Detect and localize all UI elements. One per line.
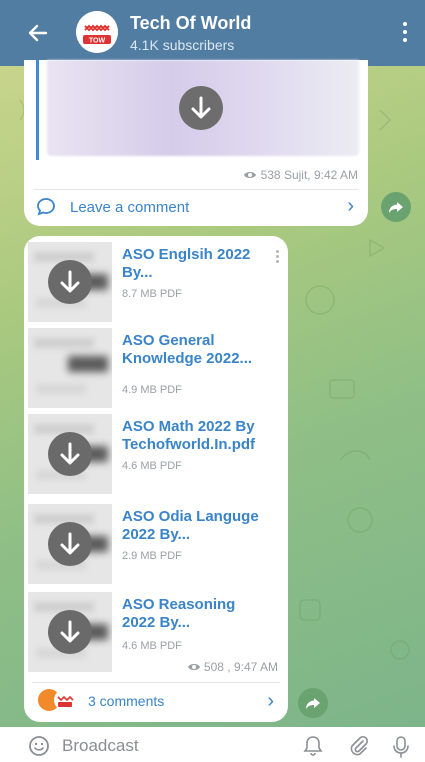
subscriber-count: 4.1K subscribers	[130, 37, 235, 53]
file-size: 4.6 MB PDF	[122, 460, 182, 472]
download-icon[interactable]	[179, 86, 223, 130]
message-bubble-files[interactable]: ASO Englsih 2022 By... 8.7 MB PDF ASO Ge…	[24, 236, 288, 722]
attach-icon[interactable]	[348, 735, 370, 757]
author-time: Sujit, 9:42 AM	[283, 168, 358, 182]
share-button[interactable]	[381, 192, 411, 222]
avatar-text: TOW	[89, 38, 106, 45]
file-name[interactable]: ASO Reasoning 2022 By...	[122, 596, 262, 632]
view-count: 508	[203, 660, 224, 674]
file-item[interactable]: ASO Englsih 2022 By... 8.7 MB PDF	[24, 240, 288, 324]
file-item[interactable]: ASO Odia Languge 2022 By... 2.9 MB PDF	[24, 502, 288, 586]
leave-comment-label: Leave a comment	[70, 199, 190, 216]
file-thumbnail[interactable]	[28, 328, 112, 408]
chat-header: TOW Tech Of World 4.1K subscribers	[0, 0, 425, 66]
chat-screen: TOW Tech Of World 4.1K subscribers 538 S…	[0, 0, 425, 762]
chevron-right-icon: ›	[267, 690, 274, 712]
share-button[interactable]	[298, 688, 328, 718]
channel-avatar[interactable]: TOW	[76, 11, 118, 53]
download-icon[interactable]	[48, 432, 92, 476]
leave-comment-button[interactable]: Leave a comment ›	[34, 195, 358, 218]
file-size: 2.9 MB PDF	[122, 550, 182, 562]
file-thumbnail[interactable]	[28, 504, 112, 584]
file-size: 4.9 MB PDF	[122, 384, 182, 396]
divider	[32, 682, 280, 683]
channel-logo-icon: TOW	[76, 11, 118, 53]
file-name[interactable]: ASO Math 2022 By Techofworld.In.pdf	[122, 418, 262, 454]
file-size: 4.6 MB PDF	[122, 640, 182, 652]
download-icon[interactable]	[48, 522, 92, 566]
microphone-icon[interactable]	[392, 735, 410, 759]
emoji-icon[interactable]	[28, 735, 50, 757]
post-time: , 9:47 AM	[227, 660, 278, 674]
file-thumbnail[interactable]	[28, 242, 112, 322]
file-size: 8.7 MB PDF	[122, 288, 182, 300]
views-eye-icon	[187, 664, 200, 670]
more-vert-icon[interactable]	[395, 18, 415, 48]
view-count: 538	[260, 168, 281, 182]
file-thumbnail[interactable]	[28, 592, 112, 672]
divider	[34, 189, 358, 190]
commenter-avatar	[54, 689, 76, 711]
broadcast-input[interactable]: Broadcast	[62, 736, 139, 756]
download-icon[interactable]	[48, 260, 92, 304]
file-name[interactable]: ASO Odia Languge 2022 By...	[122, 508, 262, 544]
chevron-right-icon: ›	[347, 195, 354, 217]
message-bubble-post[interactable]: 538 Sujit, 9:42 AM Leave a comment ›	[24, 60, 368, 226]
file-item[interactable]: ASO General Knowledge 2022... 4.9 MB PDF	[24, 326, 288, 410]
comments-button[interactable]: 3 comments ›	[32, 688, 280, 714]
back-arrow-icon[interactable]	[26, 18, 56, 48]
forward-icon	[389, 202, 403, 213]
views-eye-icon	[244, 172, 257, 178]
quote-bar	[36, 60, 39, 160]
comments-count: 3 comments	[88, 693, 165, 709]
bell-icon[interactable]	[303, 735, 323, 757]
composer-bar: Broadcast	[0, 727, 425, 762]
file-name[interactable]: ASO General Knowledge 2022...	[122, 332, 262, 368]
message-meta: 538 Sujit, 9:42 AM	[243, 168, 358, 182]
message-meta: 508 , 9:47 AM	[187, 660, 278, 674]
file-thumbnail[interactable]	[28, 414, 112, 494]
download-icon[interactable]	[48, 610, 92, 654]
forward-icon	[306, 698, 320, 709]
channel-title[interactable]: Tech Of World	[130, 13, 251, 34]
file-item[interactable]: ASO Math 2022 By Techofworld.In.pdf 4.6 …	[24, 412, 288, 496]
file-name[interactable]: ASO Englsih 2022 By...	[122, 246, 262, 282]
comment-bubble-icon	[37, 198, 55, 216]
message-menu-icon[interactable]	[274, 248, 280, 268]
